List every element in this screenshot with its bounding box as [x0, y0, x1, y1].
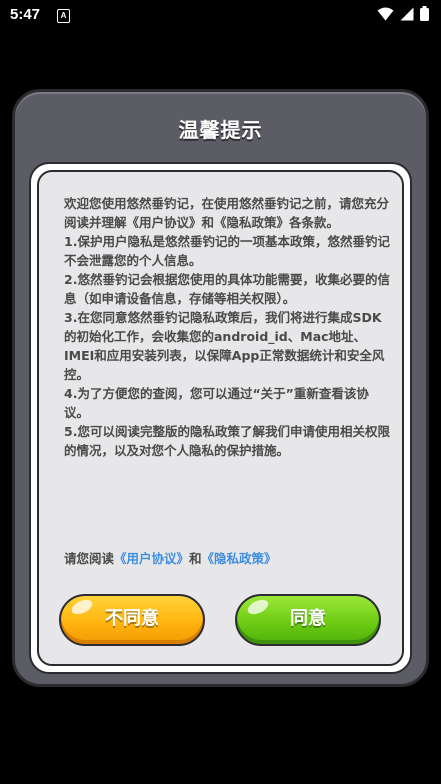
disagree-button-label: 不同意 [105, 608, 159, 629]
privacy-dialog: 温馨提示 欢迎您使用悠然垂钓记，在使用悠然垂钓记之前，请您充分阅读并理解《用户协… [12, 89, 429, 687]
button-highlight [245, 596, 271, 618]
wifi-icon [377, 6, 394, 25]
status-bar: 5:47 A [0, 0, 441, 30]
disagree-button[interactable]: 不同意 [59, 594, 205, 646]
agree-button-label: 同意 [290, 608, 326, 629]
privacy-policy-link[interactable]: 《隐私政策》 [202, 551, 277, 566]
policy-item-2: 2.悠然垂钓记会根据您使用的具体功能需要，收集必要的信息（如申请设备信息，存储等… [64, 272, 390, 306]
status-time: 5:47 [10, 6, 41, 23]
button-highlight [69, 596, 95, 618]
content-panel-inner: 欢迎您使用悠然垂钓记，在使用悠然垂钓记之前，请您充分阅读并理解《用户协议》和《隐… [37, 170, 404, 666]
signal-icon [400, 6, 414, 25]
user-agreement-link[interactable]: 《用户协议》 [114, 551, 189, 566]
policy-item-5: 5.您可以阅读完整版的隐私政策了解我们申请使用相关权限的情况，以及对您个人隐私的… [64, 424, 390, 458]
privacy-text: 欢迎您使用悠然垂钓记，在使用悠然垂钓记之前，请您充分阅读并理解《用户协议》和《隐… [64, 194, 390, 460]
read-agreements-line: 请您阅读《用户协议》和《隐私政策》 [64, 548, 277, 567]
policy-item-4: 4.为了方便您的查阅，您可以通过“关于”重新查看该协议。 [64, 386, 369, 420]
content-panel: 欢迎您使用悠然垂钓记，在使用悠然垂钓记之前，请您充分阅读并理解《用户协议》和《隐… [29, 162, 412, 674]
battery-icon [420, 6, 429, 25]
dialog-title: 温馨提示 [178, 118, 263, 142]
policy-item-1: 1.保护用户隐私是悠然垂钓记的一项基本政策，悠然垂钓记不会泄露您的个人信息。 [64, 234, 390, 268]
intro-paragraph: 欢迎您使用悠然垂钓记，在使用悠然垂钓记之前，请您充分阅读并理解《用户协议》和《隐… [64, 196, 390, 230]
status-icons [377, 6, 429, 25]
policy-item-3: 3.在您同意悠然垂钓记隐私政策后，我们将进行集成SDK的初始化工作，会收集您的a… [64, 310, 385, 382]
read-and: 和 [189, 551, 202, 566]
agree-button[interactable]: 同意 [235, 594, 381, 646]
notification-icon: A [57, 9, 70, 23]
read-prefix: 请您阅读 [64, 551, 115, 566]
